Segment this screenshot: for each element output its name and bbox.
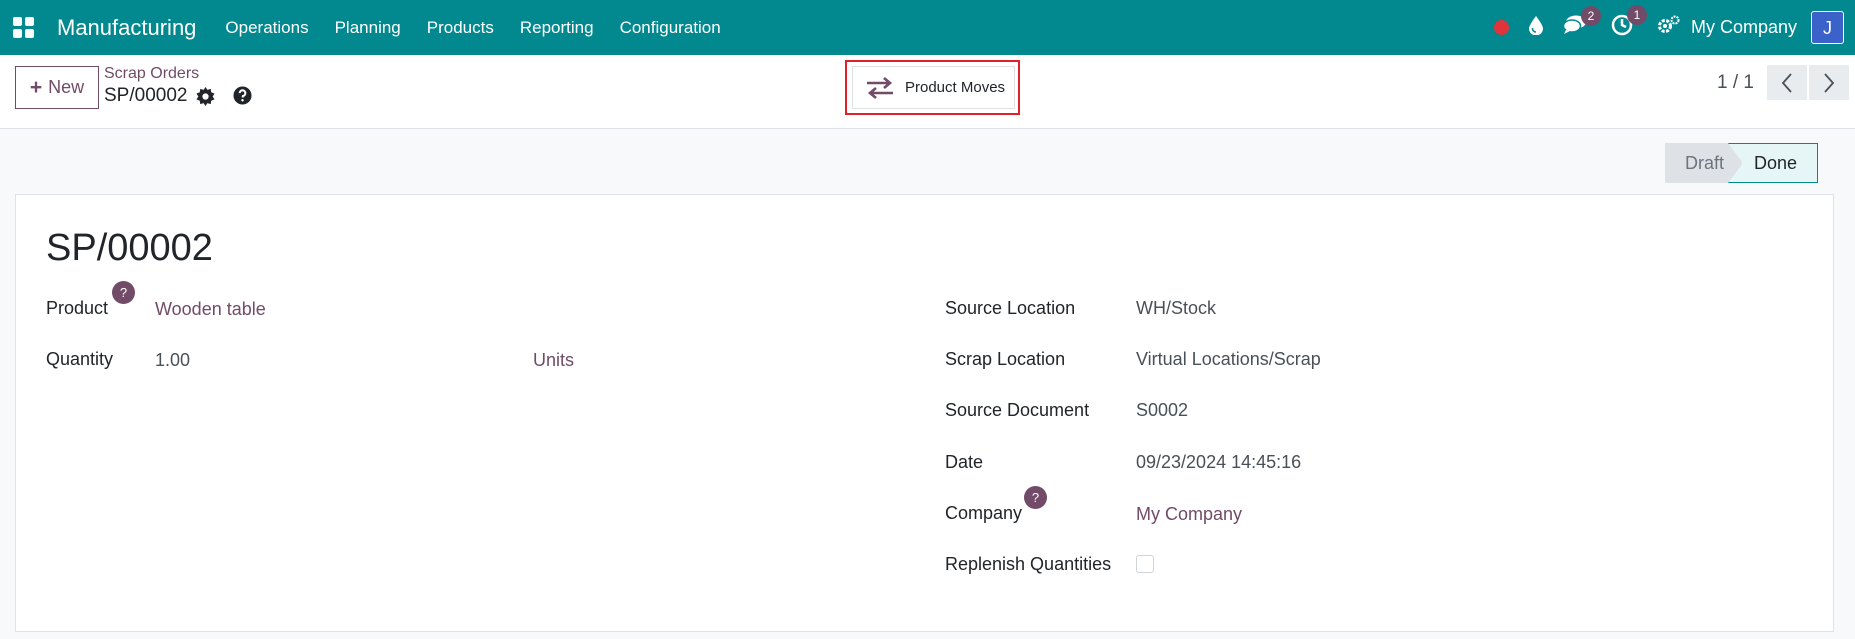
record-title: SP/00002	[46, 227, 213, 269]
gear-icon[interactable]	[196, 87, 215, 111]
menu-reporting[interactable]: Reporting	[507, 18, 607, 38]
top-navbar: Manufacturing Operations Planning Produc…	[0, 0, 1855, 55]
breadcrumb-scrap-orders[interactable]: Scrap Orders	[104, 65, 199, 83]
product-label-text: Product	[46, 298, 109, 318]
uom-field[interactable]: Units	[533, 350, 574, 371]
quantity-label: Quantity	[46, 349, 114, 369]
menu-products[interactable]: Products	[414, 18, 507, 38]
scrap-location-label: Scrap Location	[945, 349, 1066, 369]
product-moves-button[interactable]: Product Moves	[852, 66, 1015, 109]
activities-count-badge: 1	[1626, 5, 1647, 25]
chevron-right-icon	[1824, 72, 1835, 93]
source-location-field[interactable]: WH/Stock	[1136, 298, 1216, 319]
recording-icon[interactable]	[1493, 20, 1509, 35]
company-label: Company ?	[945, 486, 1047, 524]
company-label-text: Company	[945, 503, 1023, 523]
source-location-label: Source Location	[945, 298, 1076, 318]
company-help-icon[interactable]: ?	[1024, 486, 1047, 509]
help-icon[interactable]	[233, 86, 252, 110]
source-document-label: Source Document	[945, 400, 1090, 420]
replenish-checkbox[interactable]	[1136, 555, 1154, 573]
menu-operations[interactable]: Operations	[212, 18, 321, 38]
company-switcher[interactable]: My Company	[1691, 17, 1797, 38]
drop-icon[interactable]	[1528, 15, 1543, 40]
app-name[interactable]: Manufacturing	[57, 15, 196, 41]
transfer-arrows-icon	[867, 76, 893, 99]
new-button-label: New	[48, 77, 85, 97]
product-field[interactable]: Wooden table	[155, 299, 266, 320]
control-panel: + New Scrap Orders SP/00002 Product Move…	[0, 55, 1855, 129]
activities-icon[interactable]: 1	[1611, 5, 1647, 41]
status-draft[interactable]: Draft	[1665, 143, 1742, 183]
breadcrumb-current-record: SP/00002	[104, 85, 188, 106]
new-button[interactable]: + New	[15, 66, 99, 109]
replenish-label: Replenish Quantities	[945, 554, 1112, 574]
status-bar: Draft Done	[1665, 143, 1818, 183]
user-avatar[interactable]: J	[1811, 11, 1844, 44]
form-sheet: SP/00002 Product ? Wooden table Quantity…	[15, 194, 1834, 632]
source-document-field[interactable]: S0002	[1136, 400, 1188, 421]
quantity-field[interactable]: 1.00	[155, 350, 190, 371]
menu-configuration[interactable]: Configuration	[607, 18, 734, 38]
date-field[interactable]: 09/23/2024 14:45:16	[1136, 452, 1301, 473]
menu-planning[interactable]: Planning	[322, 18, 414, 38]
product-moves-label: Product Moves	[905, 79, 1006, 96]
pager-value[interactable]: 1 / 1	[1717, 72, 1754, 94]
messages-count-badge: 2	[1580, 6, 1601, 26]
plus-icon: +	[29, 75, 43, 99]
messages-icon[interactable]: 2	[1562, 6, 1601, 40]
company-field[interactable]: My Company	[1136, 504, 1242, 525]
date-label: Date	[945, 452, 984, 472]
product-label: Product ?	[46, 281, 135, 319]
pager-next-button[interactable]	[1809, 65, 1849, 100]
chevron-left-icon	[1781, 72, 1792, 93]
pager-previous-button[interactable]	[1767, 65, 1807, 100]
product-help-icon[interactable]: ?	[112, 281, 135, 304]
scrap-location-field[interactable]: Virtual Locations/Scrap	[1136, 349, 1321, 370]
apps-menu-icon[interactable]	[13, 16, 35, 39]
settings-icon[interactable]	[1657, 15, 1681, 40]
